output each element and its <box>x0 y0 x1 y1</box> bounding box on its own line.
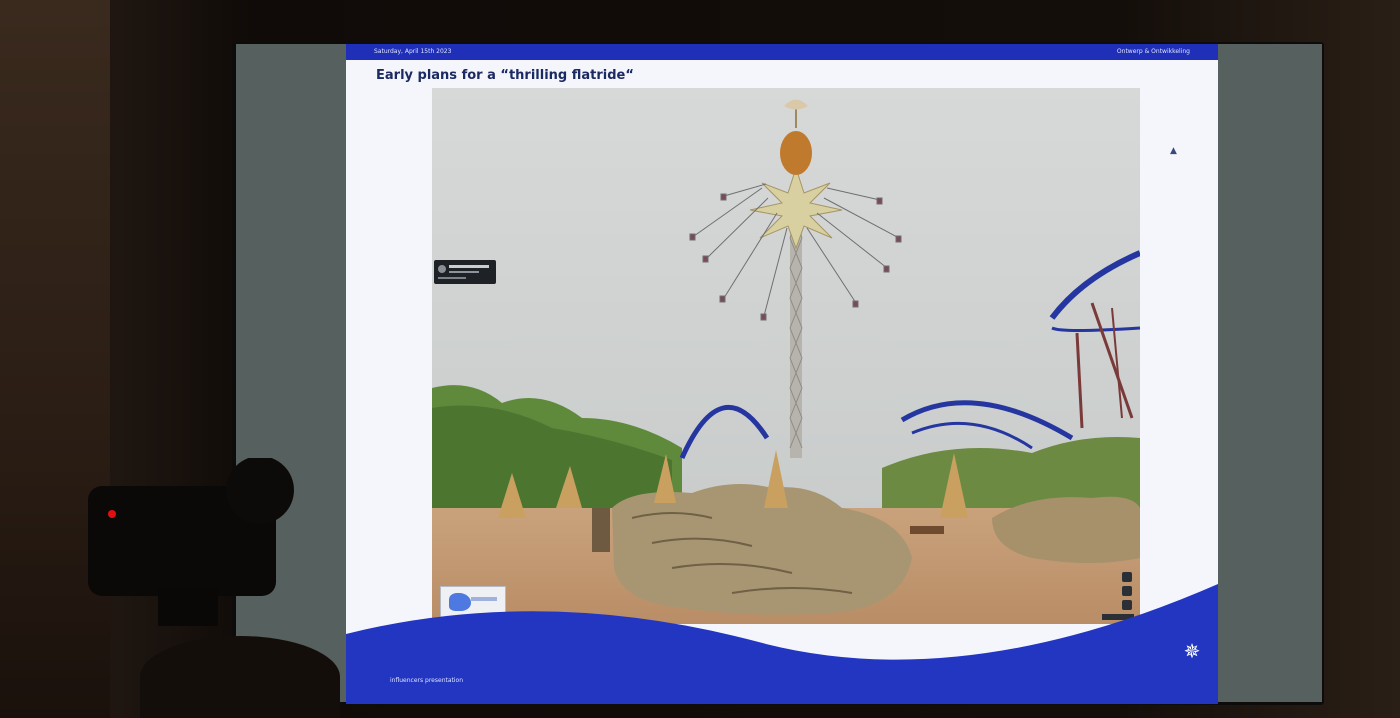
mouse-cursor-icon: ▲ <box>1170 146 1177 156</box>
pegman-icon[interactable] <box>1122 572 1132 582</box>
avatar-icon <box>438 265 446 273</box>
footer-wave <box>346 584 1218 704</box>
slide-footer-text: influencers presentation <box>390 677 464 684</box>
compass-star-icon: ✵ <box>1183 639 1201 663</box>
slide-date: Saturday, April 15th 2023 <box>374 48 452 55</box>
slide-title: Early plans for a “thrilling flatride“ <box>376 68 634 83</box>
park-scene <box>432 88 1140 624</box>
presentation-slide: Saturday, April 15th 2023 Ontwerp & Ontw… <box>346 44 1218 704</box>
slide-header-right: Ontwerp & Ontwikkeling <box>1116 48 1190 55</box>
slide-top-bar: Saturday, April 15th 2023 Ontwerp & Ontw… <box>346 44 1218 60</box>
audience-silhouette <box>140 636 340 718</box>
street-view-info-card[interactable] <box>434 260 496 284</box>
camera-silhouette <box>88 458 294 626</box>
street-view-photo <box>432 88 1140 624</box>
